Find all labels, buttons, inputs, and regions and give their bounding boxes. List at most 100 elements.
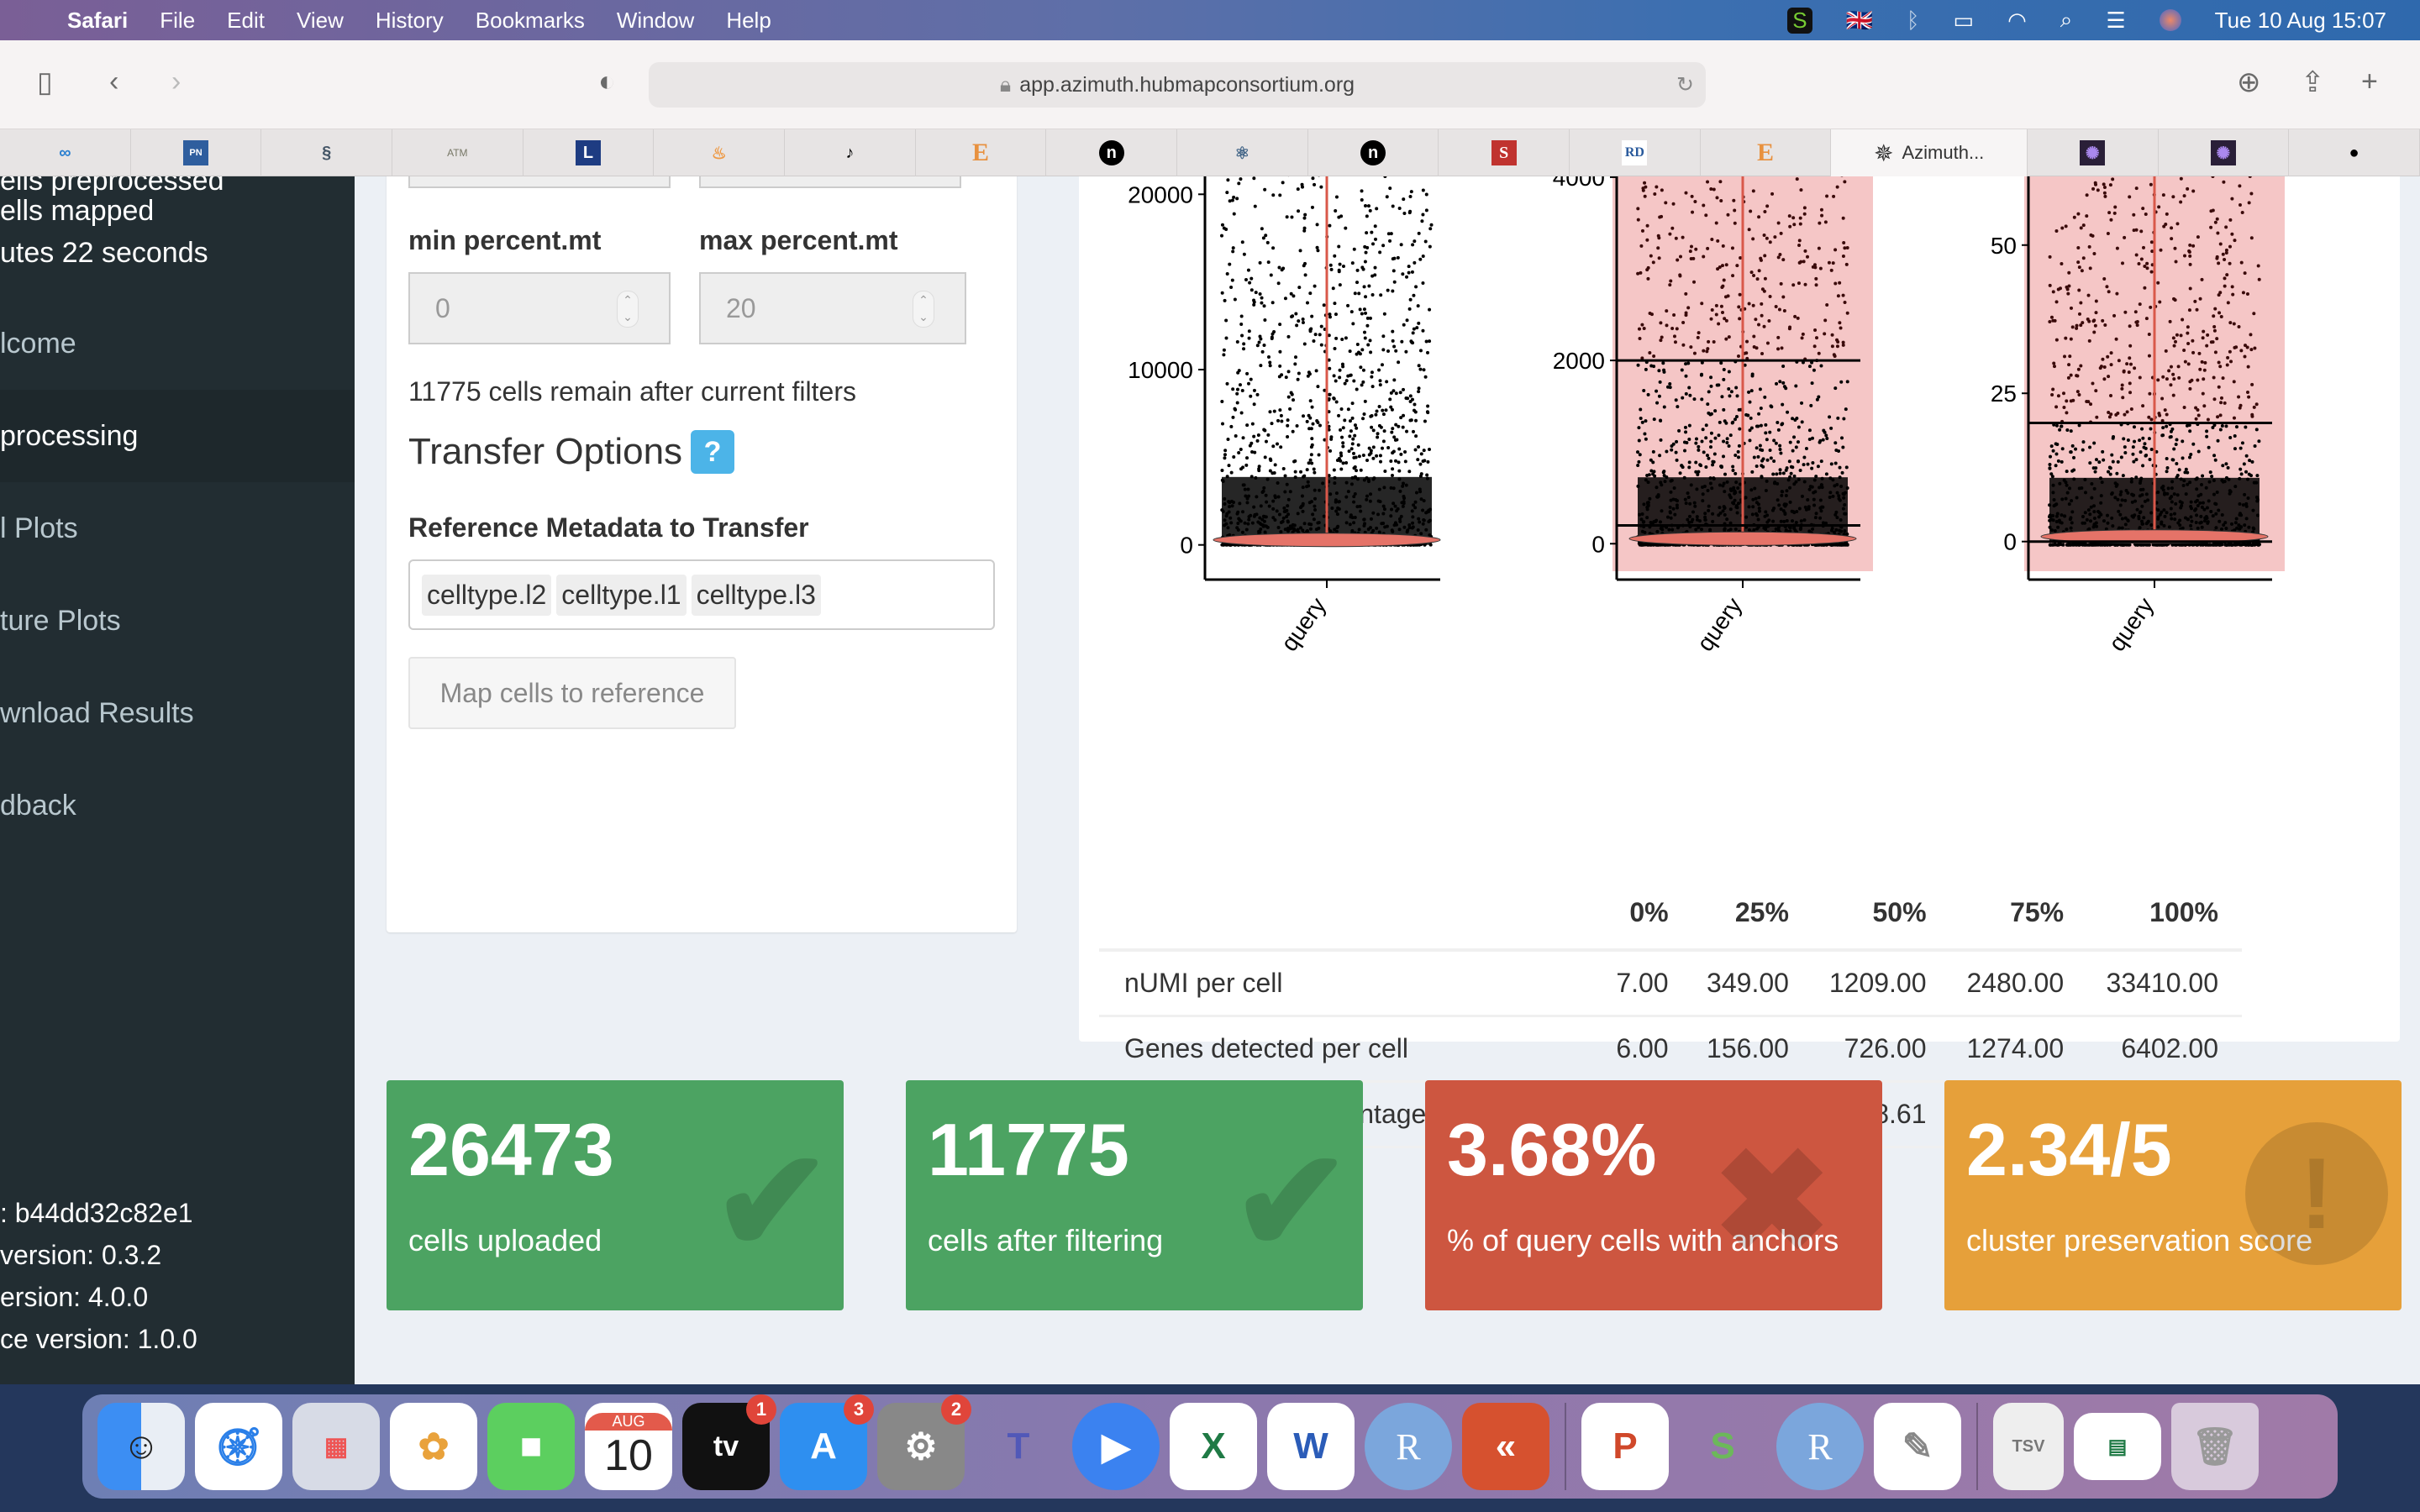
tab[interactable]: RD xyxy=(1570,129,1701,176)
forward-icon[interactable]: › xyxy=(171,66,181,98)
tab-azimuth-active[interactable]: ✵ Azimuth... xyxy=(1831,129,2028,176)
metadata-tag[interactable]: celltype.l1 xyxy=(556,574,687,616)
data-point xyxy=(1644,437,1648,441)
data-point xyxy=(1252,388,1256,392)
tab[interactable]: L xyxy=(523,129,655,176)
downloads-icon[interactable]: ⊕ xyxy=(2237,66,2261,99)
tab[interactable]: E xyxy=(1701,129,1832,176)
menu-file[interactable]: File xyxy=(160,8,195,34)
min-percent-mt-input[interactable]: 0 ⌃ ⌄ xyxy=(408,272,671,344)
tab[interactable]: ⚛ xyxy=(1177,129,1308,176)
excel-icon[interactable]: X xyxy=(1170,1403,1257,1490)
launchpad-icon[interactable]: ▦ xyxy=(292,1403,380,1490)
finder-icon[interactable]: ☺ xyxy=(97,1403,185,1490)
safari-icon[interactable]: 🧭︎ xyxy=(195,1403,282,1490)
data-point xyxy=(1255,344,1260,348)
reload-icon[interactable]: ↻ xyxy=(1676,72,1694,97)
control-center-icon[interactable]: ☰ xyxy=(2106,8,2125,34)
bluetooth-icon[interactable]: ᛒ xyxy=(1907,8,1920,34)
tsv-file-icon[interactable]: TSV xyxy=(1993,1403,2064,1490)
menu-help[interactable]: Help xyxy=(726,8,771,34)
data-point xyxy=(2077,312,2081,316)
data-point xyxy=(2212,454,2217,458)
wifi-icon[interactable]: ◠ xyxy=(2007,8,2027,34)
tab[interactable]: ✺ xyxy=(2028,129,2159,176)
data-point xyxy=(1671,202,1676,206)
sidebar-item-welcome[interactable]: lcome xyxy=(0,297,355,390)
sidebar-item-download-results[interactable]: wnload Results xyxy=(0,667,355,759)
trash-icon[interactable]: 🗑︎ xyxy=(2171,1403,2259,1490)
min-ncount-input-partial[interactable] xyxy=(408,176,671,188)
battery-icon[interactable]: ▭ xyxy=(1954,8,1975,34)
data-point xyxy=(1791,283,1796,287)
data-point xyxy=(2116,459,2120,464)
spreadsheet-file-icon[interactable]: ▤ xyxy=(2074,1413,2161,1480)
clock[interactable]: Tue 10 Aug 15:07 xyxy=(2215,8,2386,34)
new-tab-icon[interactable]: + xyxy=(2361,66,2378,98)
tab[interactable]: ♪ xyxy=(785,129,916,176)
data-point xyxy=(1310,314,1314,318)
help-icon[interactable]: ? xyxy=(691,430,735,474)
spotlight-search-icon[interactable]: ⌕ xyxy=(2060,7,2073,34)
data-point xyxy=(1652,365,1656,369)
zoom-icon[interactable]: ▶ xyxy=(1072,1403,1160,1490)
menu-window[interactable]: Window xyxy=(617,8,694,34)
tab[interactable]: ∞ xyxy=(0,129,131,176)
metadata-multiselect[interactable]: celltype.l2 celltype.l1 celltype.l3 xyxy=(408,559,995,630)
map-cells-button[interactable]: Map cells to reference xyxy=(408,657,736,729)
tab[interactable]: S xyxy=(1439,129,1570,176)
menu-bookmarks[interactable]: Bookmarks xyxy=(476,8,585,34)
spinner-icon[interactable]: ⌃ ⌄ xyxy=(617,291,639,328)
word-icon[interactable]: W xyxy=(1267,1403,1355,1490)
teams-icon[interactable]: T xyxy=(975,1403,1062,1490)
sidebar-item-feedback[interactable]: dback xyxy=(0,759,355,852)
system-preferences-icon[interactable]: ⚙ 2 xyxy=(877,1394,971,1490)
menu-edit[interactable]: Edit xyxy=(227,8,265,34)
url-bar[interactable]: 🔒︎ app.azimuth.hubmapconsortium.org ↻ xyxy=(649,62,1706,108)
calendar-icon[interactable]: AUG 10 xyxy=(585,1403,672,1490)
data-point xyxy=(1254,291,1258,295)
metadata-tag[interactable]: celltype.l2 xyxy=(422,574,552,616)
data-point xyxy=(2054,300,2059,304)
tab[interactable]: ● xyxy=(2289,129,2420,176)
max-ncount-input-partial[interactable] xyxy=(699,176,961,188)
sidebar-item-preprocessing[interactable]: processing xyxy=(0,390,355,482)
data-point xyxy=(1830,333,1834,337)
back-icon[interactable]: ‹ xyxy=(109,66,118,98)
metadata-tag[interactable]: celltype.l3 xyxy=(691,574,821,616)
powerpoint-icon[interactable]: P xyxy=(1581,1403,1669,1490)
max-percent-mt-input[interactable]: 20 ⌃ ⌄ xyxy=(699,272,966,344)
tab[interactable]: PN xyxy=(131,129,262,176)
r-icon[interactable]: R xyxy=(1365,1403,1452,1490)
menu-app-name[interactable]: Safari xyxy=(67,8,128,34)
anydesk-icon[interactable]: « xyxy=(1462,1403,1549,1490)
tab[interactable]: ♨ xyxy=(654,129,786,176)
status-app-icon[interactable]: S xyxy=(1787,7,1812,34)
spinner-icon[interactable]: ⌃ ⌄ xyxy=(913,291,934,328)
sourcetree-icon[interactable]: S xyxy=(1679,1403,1766,1490)
data-point xyxy=(1756,454,1760,459)
menu-view[interactable]: View xyxy=(297,8,344,34)
app-store-icon[interactable]: A3 xyxy=(780,1394,874,1490)
r-icon[interactable]: R xyxy=(1776,1403,1864,1490)
data-point xyxy=(2186,186,2190,191)
tab[interactable]: ✺ xyxy=(2159,129,2290,176)
tab[interactable]: § xyxy=(261,129,393,176)
menu-history[interactable]: History xyxy=(376,8,444,34)
tab[interactable]: n xyxy=(1046,129,1178,176)
apple-tv-icon[interactable]: tv 1 xyxy=(682,1394,776,1490)
sidebar-toggle-icon[interactable]: ▯ xyxy=(37,66,53,99)
privacy-shield-icon[interactable]: ◐ xyxy=(598,66,616,98)
sidebar-item-feature-plots[interactable]: ture Plots xyxy=(0,575,355,667)
textedit-icon[interactable]: ✎ xyxy=(1874,1403,1961,1490)
flag-uk-icon[interactable]: 🇬🇧 xyxy=(1846,8,1873,34)
siri-icon[interactable] xyxy=(2159,9,2181,31)
data-point xyxy=(1329,437,1334,441)
tab[interactable]: n xyxy=(1308,129,1439,176)
tab[interactable]: E xyxy=(916,129,1047,176)
sidebar-item-cell-plots[interactable]: l Plots xyxy=(0,482,355,575)
tab[interactable]: ATM xyxy=(392,129,523,176)
facetime-icon[interactable]: ■ xyxy=(487,1403,575,1490)
photos-icon[interactable]: ✿ xyxy=(390,1403,477,1490)
share-icon[interactable]: ⇪ xyxy=(2301,66,2325,99)
